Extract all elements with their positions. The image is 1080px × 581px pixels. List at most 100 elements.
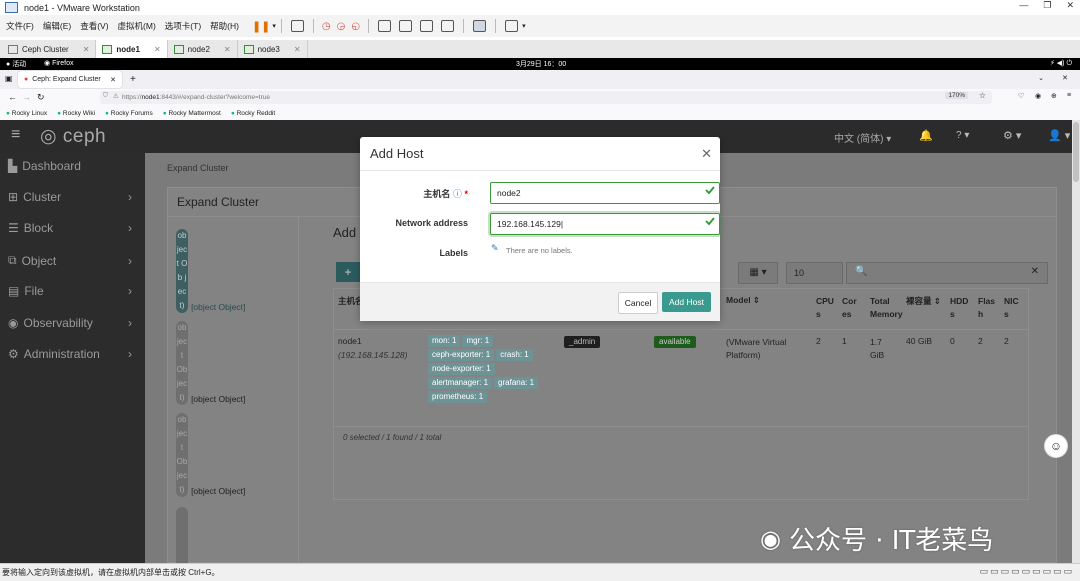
scrollbar-thumb[interactable]: [1073, 122, 1079, 182]
close-tab-icon[interactable]: ✕: [224, 45, 231, 54]
firefox-app-menu[interactable]: ◉ Firefox: [44, 59, 73, 67]
col-memory[interactable]: Total Memory: [870, 295, 903, 321]
stretch-icon[interactable]: [505, 20, 519, 32]
tab-list-icon[interactable]: ⌄: [1038, 74, 1044, 82]
menu-icon[interactable]: ≡: [1067, 92, 1071, 99]
bookmark-rocky-wiki[interactable]: ● Rocky Wiki: [57, 110, 95, 117]
bookmark-rocky-forums[interactable]: ● Rocky Forums: [105, 110, 153, 117]
pause-icon[interactable]: ❚❚: [252, 20, 270, 33]
clock[interactable]: 3月29日 16：00: [516, 59, 566, 69]
columns-button[interactable]: ▦ ▾: [738, 262, 778, 284]
add-host-button-bg[interactable]: +: [336, 262, 360, 282]
table-row[interactable]: node1 (192.168.145.128) mon: 1 mgr: 1 ceph…: [334, 330, 1028, 427]
minimize-icon[interactable]: —: [1019, 0, 1028, 11]
col-nics[interactable]: NICs: [1004, 295, 1022, 321]
wizard-step[interactable]: ob jec t Ob jec t) [object Object]: [176, 413, 245, 497]
menu-edit[interactable]: 编辑(E): [43, 20, 71, 32]
sidebar-item-object[interactable]: ⧉ Object ›: [8, 253, 136, 268]
close-icon[interactable]: ✕: [1066, 0, 1074, 11]
sidebar-item-dashboard[interactable]: ▙ Dashboard: [8, 159, 136, 173]
menu-vm[interactable]: 虚拟机(M): [118, 20, 156, 32]
shield-icon[interactable]: ⛉: [103, 92, 108, 100]
browser-tab[interactable]: ● Ceph: Expand Cluster ✕: [18, 71, 122, 88]
system-tray-icons[interactable]: ⚡ ◀) ⏻: [1050, 59, 1072, 68]
pause-dropdown-icon[interactable]: ▾: [272, 22, 276, 30]
clear-search-icon[interactable]: ✕: [1031, 266, 1039, 277]
col-cores[interactable]: Cores: [842, 295, 860, 321]
thumbnail-icon[interactable]: [399, 20, 413, 32]
window-close-icon[interactable]: ✕: [1062, 74, 1068, 82]
library-icon[interactable]: [378, 20, 392, 32]
bookmark-rocky-reddit[interactable]: ● Rocky Reddit: [231, 110, 275, 117]
activities-button[interactable]: ● 活动: [6, 59, 26, 69]
zoom-level[interactable]: 170%: [945, 92, 968, 99]
wizard-step[interactable]: ob jec t Ob jec t) [object Object]: [176, 321, 245, 405]
bookmark-rocky-linux[interactable]: ● Rocky Linux: [6, 110, 47, 117]
bookmark-star-icon[interactable]: ☆: [979, 91, 986, 100]
settings-icon[interactable]: ⚙ ▾: [1003, 129, 1021, 142]
tab-node3[interactable]: node3 ✕: [238, 40, 308, 58]
revert-snapshot-icon[interactable]: ◶: [337, 21, 346, 32]
hamburger-icon[interactable]: ≡: [11, 126, 20, 144]
tab-node1[interactable]: node1 ✕: [96, 40, 168, 58]
user-icon[interactable]: 👤 ▾: [1048, 129, 1070, 142]
account-icon[interactable]: ◉: [1035, 92, 1041, 100]
tab-node2[interactable]: node2 ✕: [168, 40, 238, 58]
pocket-icon[interactable]: ♡: [1018, 92, 1024, 100]
sidebar-item-block[interactable]: ☰ Block ›: [8, 221, 136, 235]
bookmark-rocky-mattermost[interactable]: ● Rocky Mattermost: [163, 110, 221, 117]
language-selector[interactable]: 中文 (简体) ▾: [834, 130, 891, 145]
sidebar-item-administration[interactable]: ⚙ Administration ›: [8, 347, 136, 361]
sidebar-item-file[interactable]: ▤ File ›: [8, 284, 136, 298]
snapshot-manager-icon[interactable]: ◵: [351, 21, 360, 32]
add-host-button[interactable]: Add Host: [662, 292, 711, 312]
network-address-input[interactable]: 192.168.145.129 |: [490, 213, 720, 235]
help-icon[interactable]: ? ▾: [956, 130, 969, 141]
close-tab-icon[interactable]: ✕: [83, 45, 90, 54]
wizard-step[interactable]: ob jec t Ob jec t) [object Object]: [176, 229, 245, 313]
section-title: Add: [333, 225, 357, 240]
sidebar-item-observability[interactable]: ◉ Observability ›: [8, 316, 136, 330]
search-input[interactable]: 🔍 ✕: [846, 262, 1048, 284]
close-tab-icon[interactable]: ✕: [110, 76, 116, 84]
stretch-dropdown-icon[interactable]: ▾: [522, 22, 526, 30]
hostname-input[interactable]: node2: [490, 182, 720, 204]
edit-labels-icon[interactable]: ✎: [491, 243, 499, 254]
menu-view[interactable]: 查看(V): [80, 20, 108, 32]
send-keys-icon[interactable]: [290, 20, 304, 32]
avatar[interactable]: ☺: [1044, 434, 1068, 458]
cancel-button[interactable]: Cancel: [618, 292, 658, 314]
back-icon[interactable]: ←: [8, 92, 17, 102]
col-model[interactable]: Model ⇕: [726, 295, 760, 306]
page-scrollbar[interactable]: [1072, 120, 1080, 563]
reload-icon[interactable]: ↻: [37, 92, 45, 103]
col-raw[interactable]: 裸容量 ⇕: [906, 295, 941, 307]
col-flash[interactable]: Flash: [978, 295, 998, 321]
fullscreen-icon[interactable]: [420, 20, 434, 32]
menu-file[interactable]: 文件(F): [6, 20, 34, 32]
ceph-logo[interactable]: ◎ ceph: [40, 125, 106, 148]
maximize-icon[interactable]: ❐: [1043, 0, 1051, 11]
menu-help[interactable]: 帮助(H): [210, 20, 239, 32]
help-icon[interactable]: ⓘ: [453, 189, 462, 199]
extensions-icon[interactable]: ⊕: [1051, 92, 1057, 100]
menu-tabs[interactable]: 选项卡(T): [165, 20, 201, 32]
tasks-icon[interactable]: 🔔: [919, 129, 933, 142]
close-tab-icon[interactable]: ✕: [294, 45, 301, 54]
page-size-input[interactable]: 10: [786, 262, 843, 284]
new-tab-icon[interactable]: +: [130, 74, 136, 85]
col-cpus[interactable]: CPUs: [816, 295, 834, 321]
forward-icon[interactable]: →: [22, 92, 31, 102]
lock-icon[interactable]: ⚠: [113, 92, 119, 100]
sidebar-item-cluster[interactable]: ⊞ Cluster ›: [8, 190, 136, 204]
console-view-icon[interactable]: [473, 20, 487, 32]
unity-icon[interactable]: [441, 20, 455, 32]
snapshot-icon[interactable]: ◷: [322, 21, 331, 32]
col-hdds[interactable]: HDDs: [950, 295, 970, 321]
url-bar[interactable]: ⛉ ⚠ https://node1:8443/#/expand-cluster?…: [100, 91, 992, 104]
tab-ceph-cluster[interactable]: Ceph Cluster ✕: [2, 40, 97, 58]
close-tab-icon[interactable]: ✕: [154, 45, 161, 54]
firefox-view-icon[interactable]: ▣: [5, 74, 13, 83]
device-icons[interactable]: ▭▭▭▭▭▭▭▭▭: [979, 566, 1074, 577]
close-icon[interactable]: ✕: [701, 146, 712, 162]
